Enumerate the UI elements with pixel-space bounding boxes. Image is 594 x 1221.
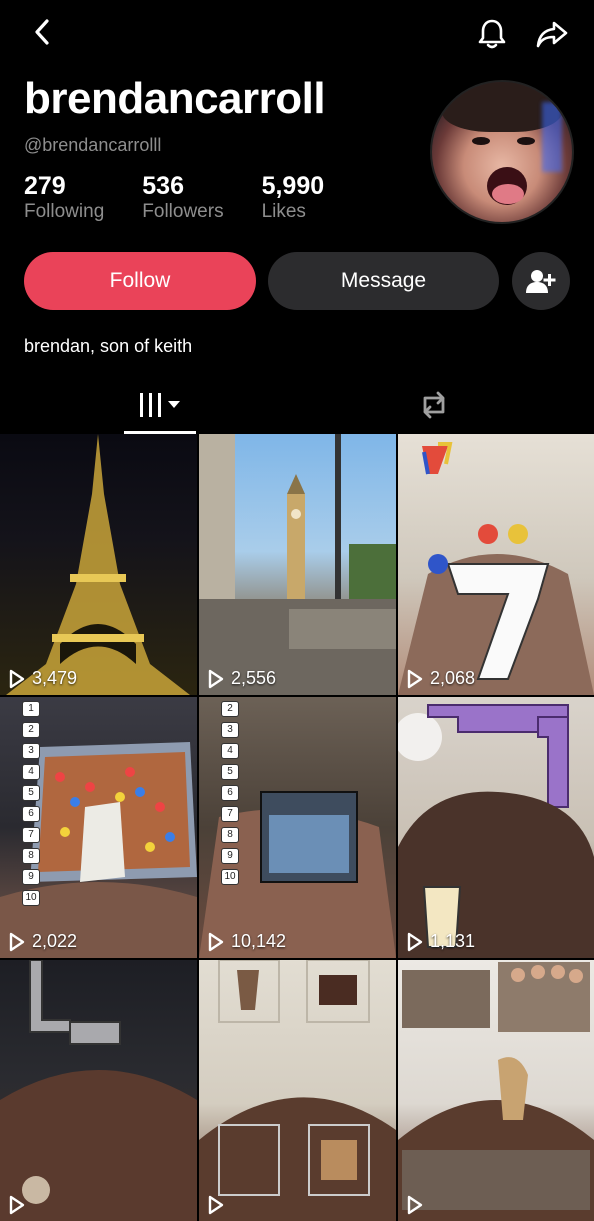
display-name: brendancarroll (24, 74, 326, 123)
add-user-icon (526, 270, 556, 293)
tab-reposts[interactable] (404, 378, 464, 432)
video-thumbnail[interactable]: 2 3 4 5 6 7 8 9 10 10,142 (199, 697, 396, 958)
number-seven-game-image (398, 442, 594, 695)
share-icon[interactable] (532, 14, 572, 54)
avatar-eye (472, 137, 490, 145)
food-items-image (199, 960, 396, 1221)
video-thumbnail[interactable]: 3,479 (0, 434, 197, 695)
stat-label: Likes (261, 201, 306, 222)
play-icon (9, 932, 25, 951)
bell-icon[interactable] (472, 14, 512, 54)
stat-label: Followers (142, 201, 224, 222)
stat-label: Following (24, 201, 105, 222)
grid-videos-icon (140, 393, 180, 417)
avatar[interactable] (430, 80, 574, 224)
video-thumbnail[interactable] (0, 960, 197, 1221)
stat-value: 5,990 (261, 172, 325, 200)
stat-value: 536 (142, 172, 184, 200)
eiffel-tower-image (6, 434, 190, 695)
stat-following[interactable]: 279 Following (24, 172, 104, 224)
number-list: 1 2 3 4 5 6 7 8 9 10 (22, 701, 40, 906)
play-icon (407, 1195, 423, 1215)
follow-button[interactable]: Follow (24, 252, 256, 310)
stat-value: 279 (24, 172, 66, 200)
play-icon (208, 932, 224, 951)
play-icon (208, 1195, 224, 1215)
view-count-text: 10,142 (231, 931, 287, 951)
message-button[interactable]: Message (268, 252, 499, 310)
video-thumbnail[interactable] (199, 960, 396, 1221)
stat-likes[interactable]: 5,990 Likes (262, 172, 325, 224)
avatar-eye (517, 137, 535, 145)
view-count-text: 2,068 (430, 668, 476, 688)
add-friend-button[interactable] (512, 252, 570, 310)
top-bar (0, 0, 594, 70)
number-list: 2 3 4 5 6 7 8 9 10 (221, 701, 239, 885)
content-tabs (0, 378, 594, 434)
big-ben-image (199, 434, 396, 695)
view-count: 2,068 (406, 668, 475, 689)
view-count (8, 1195, 32, 1215)
bio-text: brendan, son of keith (24, 336, 193, 356)
view-count-text: 1,131 (430, 931, 476, 951)
chevron-left-icon[interactable] (24, 14, 60, 50)
view-count: 10,142 (207, 931, 286, 952)
video-thumbnail[interactable]: 1 2 3 4 5 6 7 8 9 10 2,022 (0, 697, 197, 958)
pipe-game-image (398, 704, 594, 958)
video-thumbnail[interactable] (398, 960, 594, 1221)
pipe-game-image (0, 960, 197, 1221)
username-handle: @brendancarrolll (24, 135, 162, 155)
view-count: 2,022 (8, 931, 77, 952)
view-count-text: 2,556 (231, 668, 277, 688)
view-count: 3,479 (8, 668, 77, 689)
stat-followers[interactable]: 536 Followers (142, 172, 223, 224)
video-thumbnail[interactable]: 2,556 (199, 434, 396, 695)
avatar-tongue (492, 184, 524, 204)
video-thumbnail[interactable]: 2,068 (398, 434, 594, 695)
play-icon (9, 1195, 25, 1215)
view-count: 2,556 (207, 668, 276, 689)
view-count (406, 1195, 430, 1215)
video-grid: 3,479 2,556 2,068 1 2 3 4 5 6 7 8 9 10 2… (0, 434, 594, 1221)
play-icon (407, 669, 423, 688)
view-count-text: 2,022 (32, 931, 78, 951)
avatar-light (542, 102, 562, 172)
play-icon (9, 669, 25, 688)
view-count-text: 3,479 (32, 668, 78, 688)
family-photos-image (398, 962, 594, 1221)
play-icon (407, 932, 423, 951)
play-icon (208, 669, 224, 688)
tab-videos[interactable] (124, 378, 196, 432)
profile-stats: 279 Following 536 Followers 5,990 Likes (24, 172, 324, 224)
video-thumbnail[interactable]: 1,131 (398, 697, 594, 958)
view-count: 1,131 (406, 931, 475, 952)
repost-icon (423, 391, 445, 419)
view-count (207, 1195, 231, 1215)
